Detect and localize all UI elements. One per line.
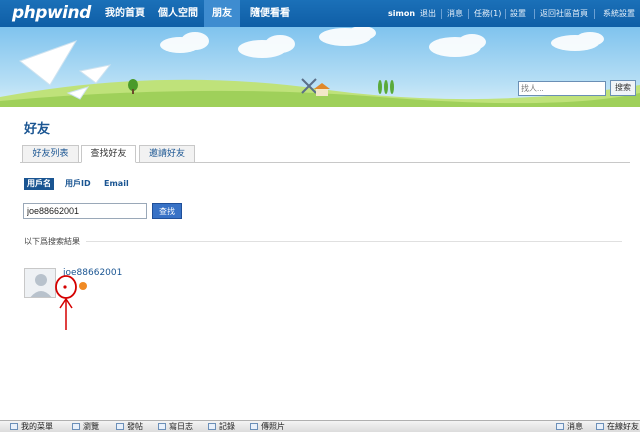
bottom-post[interactable]: 發帖 (116, 421, 143, 432)
bottom-write-diary-label: 寫日志 (169, 422, 193, 431)
bottom-upload-photo-label: 傳照片 (261, 422, 285, 431)
mail-icon (556, 423, 564, 430)
bottom-my-menu[interactable]: 我的菜單 (10, 421, 53, 432)
record-icon (208, 423, 216, 430)
page-root: phpwind 我的首頁 個人空間 朋友 隨便看看 simon 退出 消息 任務… (0, 0, 640, 432)
divider (468, 9, 469, 19)
bottom-online-friends[interactable]: 在線好友 (596, 421, 639, 432)
tasks-link[interactable]: 任務(1) (474, 0, 501, 27)
bottom-online-friends-label: 在線好友 (607, 422, 639, 431)
nav-browse-random[interactable]: 隨便看看 (242, 0, 298, 27)
browse-icon (72, 423, 80, 430)
divider (441, 9, 442, 19)
bottom-post-label: 發帖 (127, 422, 143, 431)
bottom-toolbar: 我的菜單 瀏覽 發帖 寫日志 記錄 傳照片 消息 在線好友 (0, 420, 640, 432)
divider (594, 9, 595, 19)
annotation-circle-arrow-icon (55, 275, 77, 330)
site-logo[interactable]: phpwind (12, 3, 91, 23)
friend-search-input[interactable] (23, 203, 147, 219)
bottom-record[interactable]: 記錄 (208, 421, 235, 432)
bottom-my-menu-label: 我的菜單 (21, 422, 53, 431)
filter-email[interactable]: Email (101, 178, 132, 190)
messages-link[interactable]: 消息 (447, 0, 463, 27)
photo-icon (250, 423, 258, 430)
tab-invite-friends[interactable]: 邀請好友 (139, 145, 195, 163)
results-divider (86, 241, 622, 242)
filter-username[interactable]: 用戶名 (24, 178, 54, 190)
bottom-upload-photo[interactable]: 傳照片 (250, 421, 285, 432)
bottom-messages-label: 消息 (567, 422, 583, 431)
nav-my-home[interactable]: 我的首頁 (97, 0, 153, 27)
filter-user-id[interactable]: 用戶ID (62, 178, 94, 190)
user-online-icon (596, 423, 604, 430)
find-people-button[interactable]: 搜索 (610, 80, 636, 96)
tab-find-friends[interactable]: 查找好友 (81, 145, 136, 163)
top-nav-bar: phpwind 我的首頁 個人空間 朋友 隨便看看 simon 退出 消息 任務… (0, 0, 640, 27)
bottom-browse[interactable]: 瀏覽 (72, 421, 99, 432)
logout-link[interactable]: 退出 (420, 0, 436, 27)
nav-friends[interactable]: 朋友 (204, 0, 240, 27)
post-icon (116, 423, 124, 430)
back-to-forum-link[interactable]: 返回社區首頁 (540, 0, 588, 27)
bottom-record-label: 記錄 (219, 422, 235, 431)
nav-personal-space[interactable]: 個人空間 (150, 0, 206, 27)
settings-link[interactable]: 設置 (510, 0, 526, 27)
diary-icon (158, 423, 166, 430)
bottom-browse-label: 瀏覽 (83, 422, 99, 431)
page-title: 好友 (24, 122, 51, 137)
results-heading: 以下爲搜索結果 (24, 237, 80, 246)
menu-icon (10, 423, 18, 430)
bottom-messages[interactable]: 消息 (556, 421, 583, 432)
divider (534, 9, 535, 19)
bottom-write-diary[interactable]: 寫日志 (158, 421, 193, 432)
divider (505, 9, 506, 19)
find-people-input[interactable] (518, 81, 606, 96)
find-button[interactable]: 查找 (152, 203, 182, 219)
system-settings-link[interactable]: 系統設置 (603, 0, 635, 27)
username-link[interactable]: simon (388, 0, 415, 27)
tab-friend-list[interactable]: 好友列表 (22, 145, 79, 163)
